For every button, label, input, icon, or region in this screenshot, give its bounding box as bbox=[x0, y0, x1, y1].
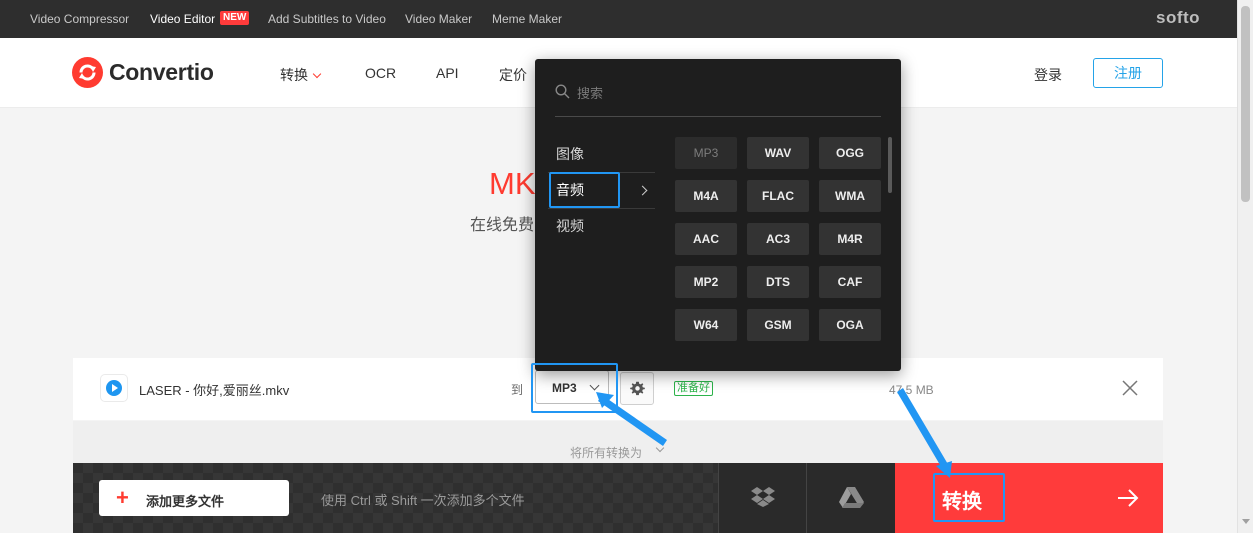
annotation-arrows bbox=[596, 388, 952, 478]
